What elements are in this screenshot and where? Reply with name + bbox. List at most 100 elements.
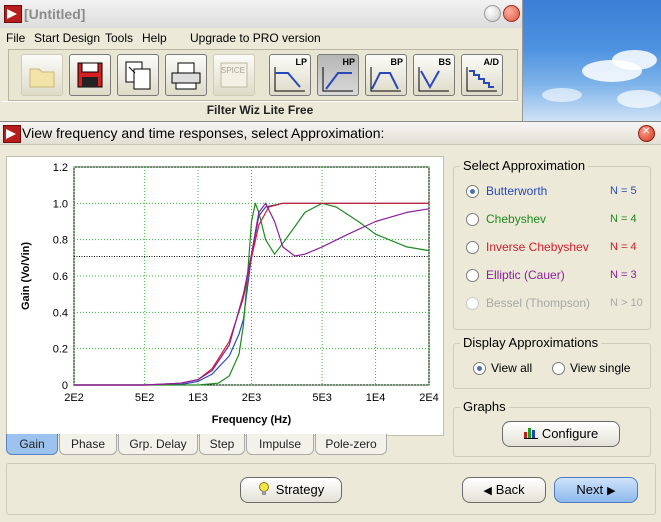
print-button[interactable]: [165, 54, 207, 96]
back-button[interactable]: ◀ Back: [462, 477, 546, 503]
menu-upgrade[interactable]: Upgrade to PRO version: [190, 31, 321, 45]
dialog-app-icon: [3, 125, 21, 143]
menu-start-design[interactable]: Start Design: [34, 31, 100, 45]
y-tick-label: 1.0: [53, 198, 68, 210]
status-bar: Filter Wiz Lite Free: [2, 101, 518, 118]
lp-label: LP: [295, 57, 307, 67]
y-tick-label: 0: [62, 380, 68, 392]
y-tick-label: 0.2: [53, 344, 68, 356]
ad-label: A/D: [483, 57, 500, 67]
bandstop-button[interactable]: BS: [413, 54, 455, 96]
display-group-title: Display Approximations: [460, 335, 602, 350]
tab-grp-delay[interactable]: Grp. Delay: [118, 434, 198, 455]
radio-view-single[interactable]: [552, 362, 565, 375]
order-chebyshev: N = 4: [610, 213, 637, 225]
x-tick-label: 5E2: [135, 392, 155, 404]
close-button[interactable]: [503, 5, 520, 22]
floppy-icon: [77, 62, 103, 88]
label-view-all[interactable]: View all: [491, 361, 532, 375]
printer-icon: [171, 62, 201, 90]
label-bessel: Bessel (Thompson): [486, 296, 591, 310]
highpass-button[interactable]: HP: [317, 54, 359, 96]
bs-label: BS: [438, 57, 451, 67]
tab-phase[interactable]: Phase: [59, 434, 117, 455]
tab-impulse[interactable]: Impulse: [246, 434, 314, 455]
radio-bessel[interactable]: [466, 297, 479, 310]
ad-button[interactable]: A/D: [461, 54, 503, 96]
x-axis-label: Frequency (Hz): [212, 414, 292, 426]
tab-pole-zero[interactable]: Pole-zero: [315, 434, 387, 455]
label-elliptic[interactable]: Elliptic (Cauer): [486, 268, 565, 282]
strategy-button[interactable]: Strategy: [240, 477, 342, 503]
menu-file[interactable]: File: [6, 31, 25, 45]
bar-chart-icon: [523, 428, 538, 439]
back-label: Back: [495, 482, 525, 497]
label-chebyshev[interactable]: Chebyshev: [486, 212, 546, 226]
app-icon: [4, 5, 22, 23]
order-elliptic: N = 3: [610, 269, 637, 281]
order-bessel: N > 10: [610, 297, 643, 309]
spice-icon: [220, 62, 248, 88]
chevron-right-icon: ▶: [607, 485, 616, 497]
approximation-group-title: Select Approximation: [460, 158, 589, 173]
lowpass-button[interactable]: LP: [269, 54, 311, 96]
tab-gain[interactable]: Gain: [6, 434, 58, 455]
next-label: Next: [576, 482, 604, 497]
hp-label: HP: [342, 57, 355, 67]
menu-bar: File Start Design Tools Help Upgrade to …: [0, 30, 522, 46]
folder-icon: [29, 68, 55, 88]
plot-panel: 0 0.2 0.4 0.6 0.8 1.0 1.2 2E2 5E2 1E3 2E3 5E3 1E4 2E4…: [6, 156, 444, 436]
main-titlebar: [Untitled]: [0, 0, 522, 28]
gain-chart: 0 0.2 0.4 0.6 0.8 1.0 1.2 2E2 5E2 1E3 2E3 5E3 1E4 2E4…: [20, 162, 439, 426]
graphs-group-title: Graphs: [460, 399, 509, 414]
minimize-button[interactable]: [484, 5, 501, 22]
tab-step[interactable]: Step: [199, 434, 245, 455]
menu-help[interactable]: Help: [142, 31, 167, 45]
dialog-title: View frequency and time responses, selec…: [22, 125, 385, 141]
bandpass-button[interactable]: BP: [365, 54, 407, 96]
spice-button[interactable]: SPICE: [213, 54, 255, 96]
menu-tools[interactable]: Tools: [105, 31, 133, 45]
order-butterworth: N = 5: [610, 185, 637, 197]
toolbar: SPICE LP HP BP BS A/D: [8, 49, 518, 101]
approximation-group: Select Approximation Butterworth N = 5 C…: [453, 158, 651, 330]
y-tick-label: 0.4: [53, 307, 68, 319]
configure-label: Configure: [541, 426, 599, 441]
radio-inverse-chebyshev[interactable]: [466, 241, 479, 254]
display-group: Display Approximations View all View sin…: [453, 335, 651, 389]
label-view-single[interactable]: View single: [570, 361, 630, 375]
radio-elliptic[interactable]: [466, 269, 479, 282]
open-button[interactable]: [21, 54, 63, 96]
y-tick-label: 0.6: [53, 271, 68, 283]
copy-button[interactable]: [117, 54, 159, 96]
label-butterworth[interactable]: Butterworth: [486, 184, 547, 198]
configure-button[interactable]: Configure: [502, 421, 620, 447]
y-tick-label: 1.2: [53, 162, 68, 174]
x-tick-label: 1E4: [366, 392, 386, 404]
approximation-dialog: View frequency and time responses, selec…: [0, 121, 661, 522]
chevron-left-icon: ◀: [483, 485, 492, 497]
order-inverse-chebyshev: N = 4: [610, 241, 637, 253]
desktop-background: [522, 0, 661, 121]
radio-chebyshev[interactable]: [466, 213, 479, 226]
x-tick-label: 1E3: [188, 392, 208, 404]
dialog-close-button[interactable]: [638, 125, 655, 142]
label-inverse-chebyshev[interactable]: Inverse Chebyshev: [486, 240, 589, 254]
next-button[interactable]: Next ▶: [554, 477, 638, 503]
dialog-titlebar: View frequency and time responses, selec…: [0, 122, 661, 145]
strategy-label: Strategy: [275, 482, 325, 497]
graphs-group: Graphs Configure: [453, 399, 651, 457]
y-tick-label: 0.8: [53, 235, 68, 247]
radio-view-all[interactable]: [473, 362, 486, 375]
radio-butterworth[interactable]: [466, 185, 479, 198]
y-axis-label: Gain (Vo/Vin): [20, 242, 32, 310]
spice-label: SPICE: [221, 66, 246, 75]
status-text: Filter Wiz Lite Free: [206, 103, 314, 117]
save-button[interactable]: [69, 54, 111, 96]
x-tick-label: 2E4: [419, 392, 439, 404]
main-window: [Untitled] File Start Design Tools Help …: [0, 0, 523, 121]
x-tick-label: 2E3: [242, 392, 262, 404]
window-title: [Untitled]: [24, 6, 86, 22]
x-tick-label: 2E2: [64, 392, 84, 404]
x-tick-label: 5E3: [312, 392, 332, 404]
